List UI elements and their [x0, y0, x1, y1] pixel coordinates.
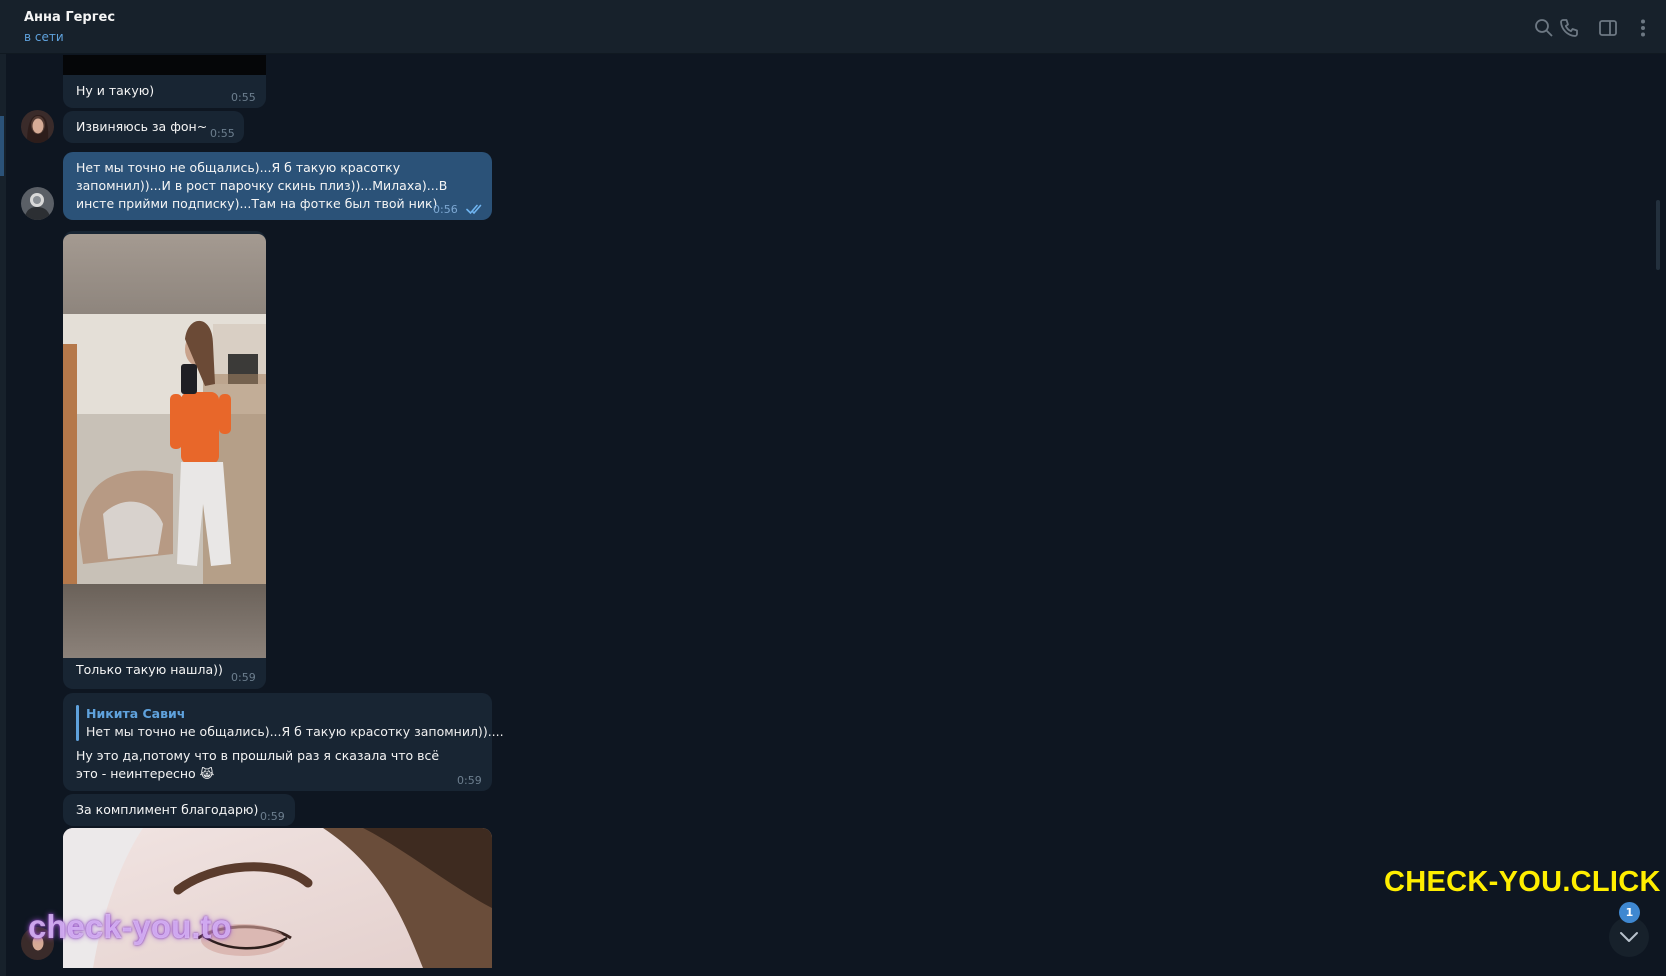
message-text: Только такую нашла))	[76, 662, 223, 677]
active-chat-indicator	[0, 116, 4, 176]
watermark-site: CHECK-YOU.CLICK	[1384, 866, 1661, 898]
message-time: 0:56	[433, 203, 458, 216]
scroll-to-bottom-button[interactable]	[1609, 917, 1649, 957]
reply-quote-bar	[76, 705, 79, 741]
phone-icon[interactable]	[1558, 17, 1580, 39]
photo-thumbnail[interactable]	[63, 234, 266, 658]
message-text: Нет мы точно не общались)...Я б такую кр…	[76, 160, 448, 211]
message-time: 0:55	[231, 91, 256, 104]
chat-list-edge	[0, 54, 6, 976]
message-text: Ну и такую)	[76, 83, 155, 98]
message-time: 0:55	[210, 127, 235, 140]
chevron-down-icon	[1620, 932, 1638, 942]
chat-header[interactable]: Анна Гергес в сети	[0, 0, 1666, 54]
contact-status: в сети	[24, 30, 64, 44]
reply-author[interactable]: Никита Савич	[86, 705, 185, 723]
message-text: Извиняюсь за фон~	[76, 119, 208, 134]
telegram-chat-window: Анна Гергес в сети Ну и такую) 0:55 Изви…	[0, 0, 1666, 976]
message-time: 0:59	[457, 774, 482, 787]
contact-name[interactable]: Анна Гергес	[24, 10, 115, 25]
avatar[interactable]	[21, 187, 54, 220]
more-vert-icon[interactable]	[1632, 17, 1654, 39]
message-bubble-reply[interactable]: Никита Савич Нет мы точно не общались)..…	[63, 693, 504, 791]
message-time: 0:59	[231, 671, 256, 684]
photo-thumbnail[interactable]	[63, 828, 492, 968]
sidebar-toggle-icon[interactable]	[1597, 17, 1619, 39]
message-time: 0:59	[260, 810, 285, 823]
unread-count-badge[interactable]: 1	[1619, 902, 1640, 923]
message-text: Ну это да,потому что в прошлый раз я ска…	[76, 748, 440, 781]
watermark-logo: check-you.to	[28, 908, 232, 945]
message-bubble-outgoing[interactable]: Нет мы точно не общались)...Я б такую кр…	[63, 152, 492, 220]
search-icon[interactable]	[1533, 17, 1555, 39]
photo-thumbnail[interactable]	[63, 55, 266, 75]
message-bubble[interactable]: За комплимент благодарю) 0:59	[63, 794, 295, 826]
message-bubble[interactable]: Ну и такую) 0:55	[63, 55, 266, 108]
message-text: За комплимент благодарю)	[76, 802, 259, 817]
avatar[interactable]	[21, 110, 54, 143]
chat-scrollbar[interactable]	[1656, 200, 1660, 270]
read-ticks-icon	[466, 203, 484, 215]
reply-text[interactable]: Нет мы точно не общались)...Я б такую кр…	[86, 723, 504, 741]
message-bubble[interactable]: Извиняюсь за фон~ 0:55	[63, 111, 244, 143]
message-bubble[interactable]: Только такую нашла)) 0:59	[63, 231, 266, 689]
